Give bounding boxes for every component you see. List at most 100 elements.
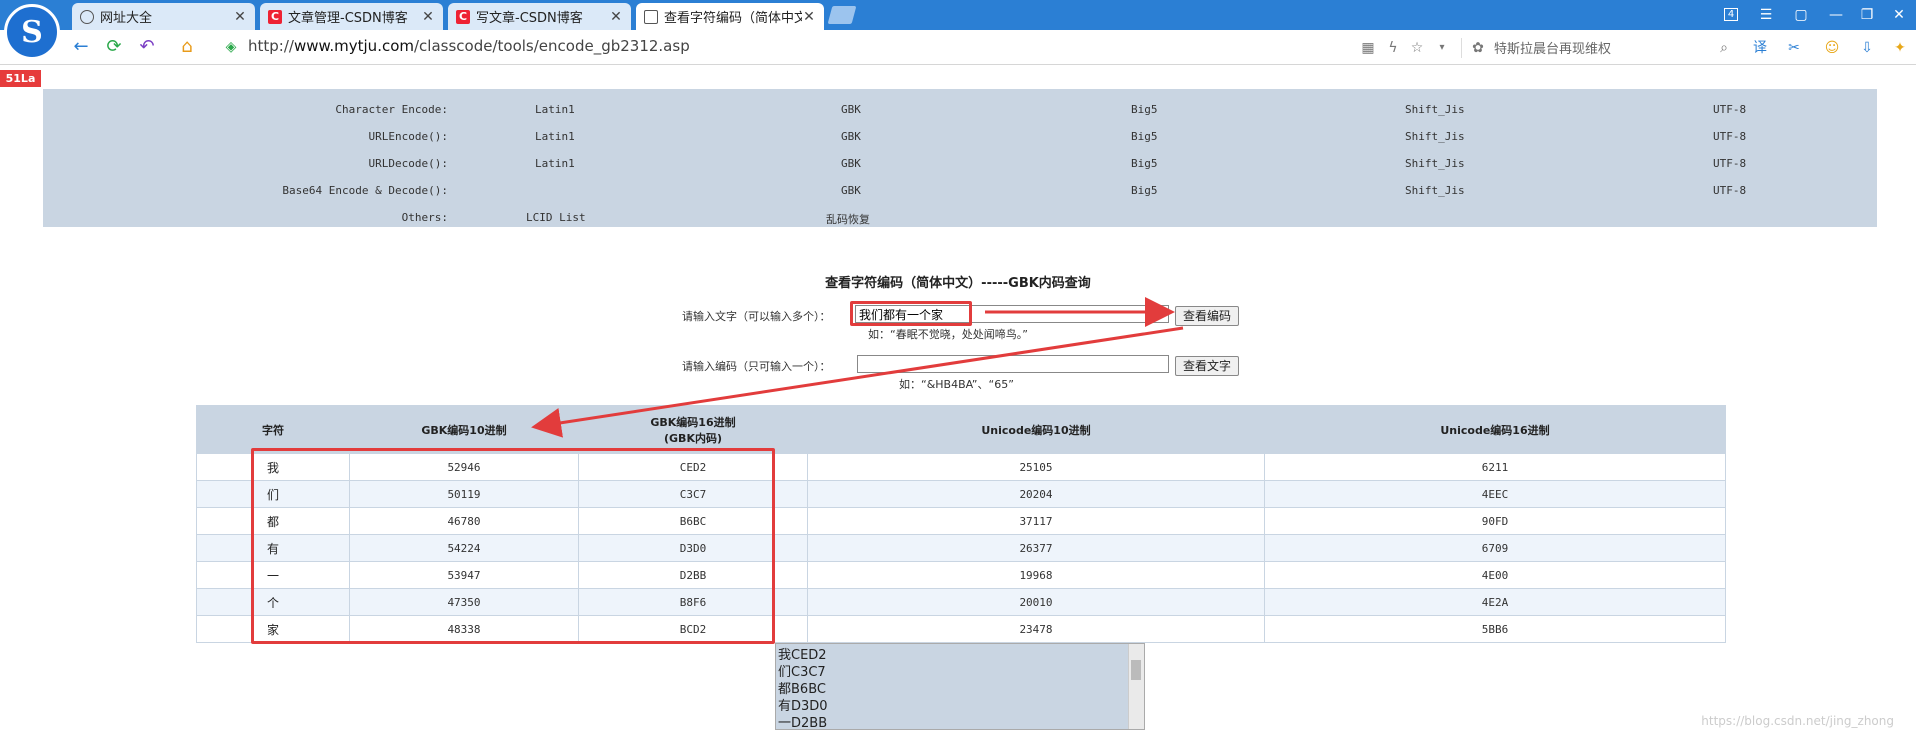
csdn-icon: C — [456, 9, 470, 24]
tab-article-manage[interactable]: C 文章管理-CSDN博客 ✕ — [260, 3, 443, 30]
nav-link[interactable]: Shift_Jis — [1405, 157, 1465, 170]
output-textarea[interactable]: 我CED2 们C3C7 都B6BC 有D3D0 一D2BB — [775, 643, 1145, 730]
url-field[interactable]: http://www.mytju.com/classcode/tools/enc… — [248, 37, 690, 55]
nav-row: URLDecode(): Latin1 GBK Big5 Shift_Jis U… — [43, 149, 1877, 176]
nav-link[interactable]: Latin1 — [535, 157, 575, 170]
nav-link[interactable]: UTF-8 — [1713, 103, 1746, 116]
page-title: 查看字符编码（简体中文）-----GBK内码查询 — [825, 276, 1091, 291]
tab-label: 网址大全 — [100, 11, 153, 26]
text-input-hint: 如：“春眠不觉晓，处处闻啼鸟。” — [868, 328, 1028, 341]
output-line: 们C3C7 — [778, 665, 826, 680]
column-header-line: GBK编码16进制 — [650, 415, 736, 429]
column-header-line: (GBK内码) — [664, 431, 722, 445]
scissors-icon[interactable]: ✂ — [1784, 38, 1804, 58]
nav-link[interactable]: Big5 — [1131, 184, 1158, 197]
emoji-icon[interactable]: ☺ — [1822, 38, 1842, 58]
search-hint[interactable]: 特斯拉晨台再现维权 — [1494, 38, 1611, 57]
close-icon[interactable]: ✕ — [421, 9, 435, 25]
csdn-icon: C — [268, 9, 282, 24]
back-icon[interactable]: ← — [70, 36, 92, 58]
nav-link[interactable]: Big5 — [1131, 157, 1158, 170]
page-icon — [644, 9, 658, 24]
nav-link[interactable]: GBK — [841, 103, 861, 116]
nav-link[interactable]: UTF-8 — [1713, 184, 1746, 197]
nav-row-label: Others: — [401, 211, 448, 224]
tab-write-article[interactable]: C 写文章-CSDN博客 ✕ — [448, 3, 631, 30]
tab-url-directory[interactable]: 网址大全 ✕ — [72, 3, 255, 30]
text-input-label: 请输入文字（可以输入多个）： — [682, 310, 831, 323]
translate-icon[interactable]: 译 — [1750, 38, 1770, 58]
qr-code-icon[interactable]: ▦ — [1358, 38, 1378, 58]
nav-link[interactable]: Shift_Jis — [1405, 130, 1465, 143]
nav-link[interactable]: UTF-8 — [1713, 130, 1746, 143]
close-icon[interactable]: ✕ — [802, 9, 816, 25]
star-icon[interactable]: ☆ — [1407, 38, 1427, 58]
skin-icon[interactable]: ▢ — [1790, 4, 1812, 26]
nav-link[interactable]: 乱码恢复 — [826, 211, 870, 227]
url-prefix: http:// — [248, 37, 294, 55]
tab-bar: 网址大全 ✕ C 文章管理-CSDN博客 ✕ C 写文章-CSDN博客 ✕ 查看… — [0, 0, 1916, 30]
restore-icon[interactable]: ❐ — [1856, 4, 1878, 26]
scrollbar-thumb[interactable] — [1131, 660, 1141, 680]
nav-link[interactable]: UTF-8 — [1713, 157, 1746, 170]
url-domain: www.mytju.com — [293, 37, 414, 55]
close-window-icon[interactable]: ✕ — [1888, 4, 1910, 26]
column-header: 字符 — [196, 405, 350, 454]
unicode10-cell: 19968 — [807, 561, 1265, 589]
chevron-down-icon[interactable]: ▾ — [1432, 38, 1452, 58]
output-scrollbar[interactable] — [1128, 644, 1144, 729]
output-line: 都B6BC — [778, 682, 826, 697]
nav-link[interactable]: Shift_Jis — [1405, 184, 1465, 197]
nav-link[interactable]: LCID List — [526, 211, 586, 224]
minimize-icon[interactable]: — — [1825, 4, 1847, 26]
close-icon[interactable]: ✕ — [609, 9, 623, 25]
column-header: GBK编码10进制 — [349, 405, 579, 454]
nav-link[interactable]: Latin1 — [535, 130, 575, 143]
home-icon[interactable]: ⌂ — [176, 36, 198, 58]
nav-link[interactable]: GBK — [841, 157, 861, 170]
unicode16-cell: 5BB6 — [1264, 615, 1726, 643]
code-input-label: 请输入编码（只可输入一个）： — [682, 360, 831, 373]
result-highlight-box — [251, 448, 775, 644]
nav-link[interactable]: GBK — [841, 130, 861, 143]
view-code-button[interactable]: 查看编码 — [1175, 306, 1239, 326]
unicode10-cell: 26377 — [807, 534, 1265, 562]
close-icon[interactable]: ✕ — [233, 9, 247, 25]
nav-link[interactable]: Shift_Jis — [1405, 103, 1465, 116]
nav-row-label: Base64 Encode & Decode(): — [282, 184, 448, 197]
unicode16-cell: 4E2A — [1264, 588, 1726, 616]
browser-logo[interactable]: S — [4, 4, 60, 60]
menu-icon[interactable]: ☰ — [1755, 4, 1777, 26]
nav-link[interactable]: Big5 — [1131, 103, 1158, 116]
tab-encode-tool[interactable]: 查看字符编码（简体中文 ✕ — [636, 3, 824, 30]
code-input[interactable] — [857, 355, 1169, 373]
tab-counter-icon[interactable]: 4 — [1720, 4, 1742, 26]
undo-icon[interactable]: ↶ — [136, 36, 158, 58]
paw-icon: ✿ — [1472, 40, 1484, 56]
view-text-button[interactable]: 查看文字 — [1175, 356, 1239, 376]
unicode10-cell: 23478 — [807, 615, 1265, 643]
divider — [1461, 38, 1462, 58]
new-tab-button[interactable] — [827, 6, 857, 24]
tab-label: 文章管理-CSDN博客 — [288, 11, 408, 26]
input-highlight-box — [850, 301, 972, 326]
column-header: Unicode编码16进制 — [1264, 405, 1726, 454]
nav-link[interactable]: Big5 — [1131, 130, 1158, 143]
globe-icon — [80, 9, 94, 24]
refresh-icon[interactable]: ⟳ — [103, 36, 125, 58]
nav-link[interactable]: Latin1 — [535, 103, 575, 116]
unicode10-cell: 37117 — [807, 507, 1265, 535]
nav-row: Base64 Encode & Decode(): GBK Big5 Shift… — [43, 176, 1877, 203]
unicode10-cell: 20010 — [807, 588, 1265, 616]
nav-link[interactable]: GBK — [841, 184, 861, 197]
nav-row: Others: LCID List 乱码恢复 — [43, 203, 1877, 230]
column-header: Unicode编码10进制 — [807, 405, 1265, 454]
search-icon[interactable]: ⌕ — [1714, 38, 1734, 58]
download-icon[interactable]: ⇩ — [1857, 38, 1877, 58]
unicode10-cell: 20204 — [807, 480, 1265, 508]
extension-icon[interactable]: ✦ — [1890, 38, 1910, 58]
stat-badge[interactable]: 51La — [0, 70, 41, 87]
unicode16-cell: 4E00 — [1264, 561, 1726, 589]
lightning-icon[interactable]: ϟ — [1383, 38, 1403, 58]
output-line: 有D3D0 — [778, 699, 828, 714]
